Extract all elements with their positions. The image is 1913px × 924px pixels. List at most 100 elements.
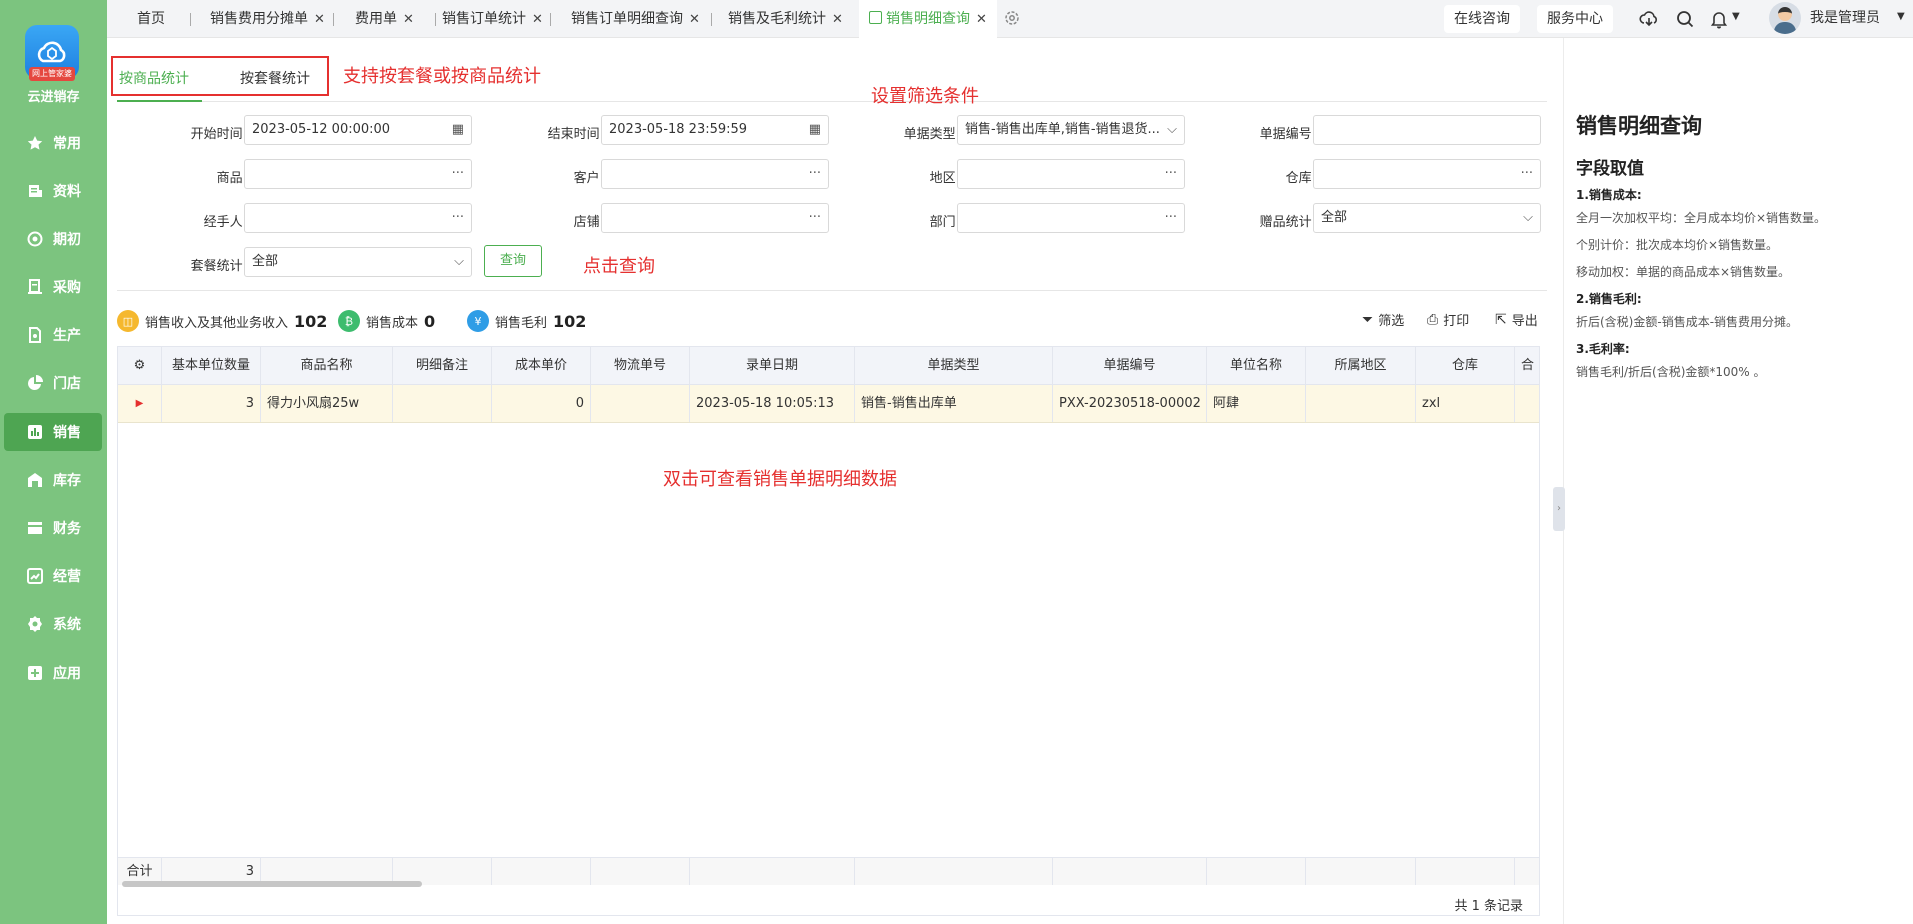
nav-data[interactable]: 资料: [4, 172, 102, 210]
bill-no-label: 单据编号:: [1259, 127, 1316, 142]
more-icon[interactable]: ···: [452, 160, 464, 188]
nav-production[interactable]: 生产: [4, 316, 102, 354]
more-icon[interactable]: ···: [1521, 160, 1533, 188]
column-header[interactable]: 单据类型: [855, 347, 1053, 384]
query-button[interactable]: 查询: [484, 245, 542, 277]
cell-name: 得力小风扇25w: [261, 385, 393, 422]
start-time-label: 开始时间:: [190, 127, 247, 142]
cell-logistics: [591, 385, 690, 422]
user-name[interactable]: 我是管理员: [1810, 0, 1880, 36]
column-header[interactable]: 合: [1515, 347, 1539, 384]
chevron-down-icon: ⌵: [1167, 122, 1177, 137]
calendar-icon[interactable]: ▦: [452, 116, 464, 144]
purchase-icon: [26, 278, 44, 296]
more-icon[interactable]: ···: [452, 204, 464, 232]
app-logo[interactable]: 网上管家婆: [25, 25, 79, 81]
nav-label: 采购: [53, 280, 81, 296]
nav-label: 库存: [53, 473, 81, 489]
bell-icon[interactable]: [1709, 9, 1729, 29]
column-header[interactable]: 成本单价: [492, 347, 591, 384]
nav-inventory[interactable]: 库存: [4, 461, 102, 499]
column-header[interactable]: 基本单位数量: [162, 347, 261, 384]
stat-income: ◫ 销售收入及其他业务收入 102: [117, 310, 327, 332]
more-icon[interactable]: ···: [1165, 160, 1177, 188]
gear-icon: [26, 615, 44, 633]
chevron-down-icon[interactable]: ▼: [1732, 11, 1740, 22]
close-icon[interactable]: ✕: [403, 12, 414, 27]
column-header[interactable]: 明细备注: [393, 347, 492, 384]
nav-label: 经营: [53, 569, 81, 585]
search-icon[interactable]: [1675, 9, 1695, 29]
scrollbar-thumb[interactable]: [122, 881, 422, 887]
bill-type-select[interactable]: 销售-销售出库单,销售-销售退货... ⌵: [957, 115, 1185, 145]
close-icon[interactable]: ✕: [832, 12, 843, 27]
warehouse-input[interactable]: ···: [1313, 159, 1541, 189]
nav-initial[interactable]: 期初: [4, 220, 102, 258]
nav-finance[interactable]: 财务: [4, 509, 102, 547]
nav-operation[interactable]: 经营: [4, 557, 102, 595]
nav-system[interactable]: 系统: [4, 605, 102, 643]
print-button[interactable]: ⎙ 打印: [1427, 310, 1469, 330]
tab-by-package[interactable]: 按套餐统计: [240, 68, 310, 88]
export-button[interactable]: ⇱ 导出: [1495, 310, 1538, 330]
table-row[interactable]: ▶ 3 得力小风扇25w 0 2023-05-18 10:05:13 销售-销售…: [118, 385, 1539, 423]
column-header[interactable]: 单位名称: [1207, 347, 1306, 384]
stat-profit-value: 102: [553, 311, 587, 331]
column-header[interactable]: 录单日期: [690, 347, 855, 384]
more-icon[interactable]: ···: [1165, 204, 1177, 232]
more-icon[interactable]: ···: [809, 160, 821, 188]
customer-input[interactable]: ···: [601, 159, 829, 189]
tab-expense-bill[interactable]: 费用单 ✕: [355, 0, 414, 38]
column-header[interactable]: 单据编号: [1053, 347, 1207, 384]
nav-purchase[interactable]: 采购: [4, 268, 102, 306]
active-tab-underline: [117, 100, 202, 102]
nav-apps[interactable]: 应用: [4, 654, 102, 692]
tab-sales-order-stats[interactable]: 销售订单统计 ✕: [442, 0, 543, 38]
nav-store[interactable]: 门店: [4, 364, 102, 402]
horizontal-scrollbar[interactable]: [118, 879, 1539, 889]
tab-by-goods[interactable]: 按商品统计: [119, 68, 189, 88]
column-settings-icon[interactable]: ⚙: [118, 347, 162, 384]
column-header[interactable]: 物流单号: [591, 347, 690, 384]
tab-sales-order-detail[interactable]: 销售订单明细查询 ✕: [571, 0, 700, 38]
tab-settings-icon[interactable]: [1003, 9, 1021, 31]
column-header[interactable]: 商品名称: [261, 347, 393, 384]
close-icon[interactable]: ✕: [976, 12, 987, 27]
start-time-input[interactable]: 2023-05-12 00:00:00 ▦: [244, 115, 472, 145]
column-header[interactable]: 所属地区: [1306, 347, 1416, 384]
column-header[interactable]: 仓库: [1416, 347, 1515, 384]
end-time-input[interactable]: 2023-05-18 23:59:59 ▦: [601, 115, 829, 145]
filter-button[interactable]: ⏷ 筛选: [1362, 310, 1404, 330]
region-input[interactable]: ···: [957, 159, 1185, 189]
collapse-panel-button[interactable]: ›: [1553, 487, 1565, 531]
help-section-heading: 2.销售毛利:: [1576, 292, 1642, 306]
annotation-dblclick: 双击可查看销售单据明细数据: [663, 469, 897, 490]
avatar[interactable]: [1769, 2, 1801, 34]
tab-sales-profit-stats[interactable]: 销售及毛利统计 ✕: [728, 0, 843, 38]
more-icon[interactable]: ···: [809, 204, 821, 232]
store-label: 店铺:: [573, 215, 604, 230]
row-pointer-icon: ▶: [118, 385, 162, 422]
close-icon[interactable]: ✕: [532, 12, 543, 27]
cloud-download-icon[interactable]: [1639, 9, 1659, 29]
chevron-down-icon[interactable]: ▼: [1897, 11, 1905, 22]
close-icon[interactable]: ✕: [689, 12, 700, 27]
package-stat-select[interactable]: 全部 ⌵: [244, 247, 472, 277]
handler-input[interactable]: ···: [244, 203, 472, 233]
calendar-icon[interactable]: ▦: [809, 116, 821, 144]
tab-sales-detail-query[interactable]: 销售明细查询 ✕: [859, 0, 997, 38]
tab-home[interactable]: 首页: [137, 0, 165, 38]
bar-chart-icon: [26, 423, 44, 441]
bill-no-input[interactable]: [1313, 115, 1541, 145]
help-panel: 销售明细查询 字段取值 1.销售成本: 全月一次加权平均：全月成本均价×销售数量…: [1576, 110, 1906, 390]
nav-sales[interactable]: 销售: [4, 413, 102, 451]
online-consult-button[interactable]: 在线咨询: [1444, 5, 1520, 33]
nav-common[interactable]: 常用: [4, 124, 102, 162]
goods-input[interactable]: ···: [244, 159, 472, 189]
tab-sales-expense-allocation[interactable]: 销售费用分摊单 ✕: [210, 0, 325, 38]
department-input[interactable]: ···: [957, 203, 1185, 233]
store-input[interactable]: ···: [601, 203, 829, 233]
close-icon[interactable]: ✕: [314, 12, 325, 27]
gift-stat-select[interactable]: 全部 ⌵: [1313, 203, 1541, 233]
service-center-button[interactable]: 服务中心: [1537, 5, 1613, 33]
